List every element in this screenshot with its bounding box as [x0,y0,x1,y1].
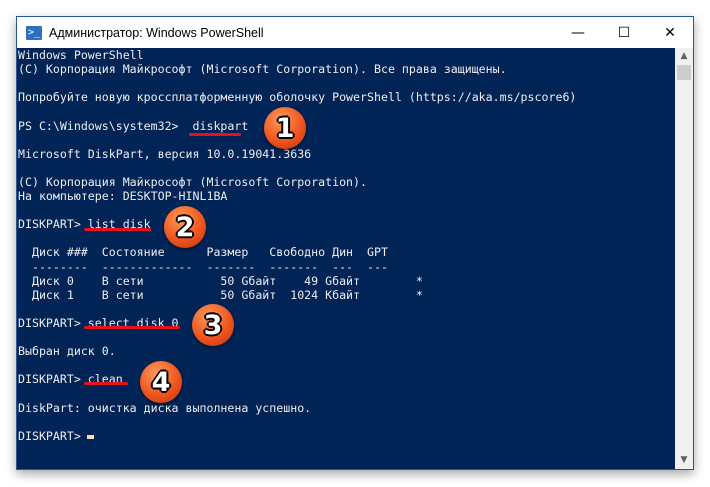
vertical-scrollbar[interactable]: ▲ ▼ [675,48,693,469]
close-button[interactable]: ✕ [647,17,693,48]
console-line: Выбран диск 0. [18,344,116,359]
underline-diskpart [189,133,241,136]
console-line: На компьютере: DESKTOP-HINL1BA [18,189,228,203]
text-cursor [87,435,94,439]
title-bar[interactable]: >_ Администратор: Windows PowerShell — ☐… [17,17,693,48]
console-line: PS C:\Windows\system32> diskpart [18,118,249,133]
underline-clean [84,382,128,385]
scroll-up-icon[interactable]: ▲ [675,48,693,65]
step-badge-3: 3 [192,304,234,346]
console-line: Попробуйте новую кроссплатформенную обол… [18,90,577,105]
underline-list-disk [84,228,151,231]
console-line: Диск 1 В сети 50 Gбайт 1024 Kбайт * [18,287,423,302]
console-line: (C) Корпорация Майкрософт (Microsoft Cor… [18,62,507,77]
step-badge-4: 4 [140,361,182,403]
underline-select-disk [84,326,180,329]
console-line: Windows PowerShell [18,48,144,62]
console-line: Диск ### Состояние Размер Свободно Дин G… [18,245,388,260]
console-line: -------- ------------- ------- ------- -… [18,259,388,274]
powershell-window: >_ Администратор: Windows PowerShell — ☐… [16,16,694,470]
scrollbar-thumb[interactable] [677,65,691,80]
minimize-button[interactable]: — [555,17,601,48]
scroll-down-icon[interactable]: ▼ [675,452,693,469]
window-title: Администратор: Windows PowerShell [49,25,264,40]
step-badge-1: 1 [264,107,306,149]
maximize-button[interactable]: ☐ [601,17,647,48]
console-line: DISKPART> [18,428,88,443]
console-line: Microsoft DiskPart, версия 10.0.19041.36… [18,146,312,161]
powershell-icon: >_ [26,25,42,40]
console-line: Диск 0 В сети 50 Gбайт 49 Gбайт * [18,273,423,288]
step-badge-2: 2 [164,206,206,248]
console-line: (C) Корпорация Майкрософт (Microsoft Cor… [18,174,368,189]
console-output[interactable]: Windows PowerShell (C) Корпорация Майкрос… [17,48,676,469]
